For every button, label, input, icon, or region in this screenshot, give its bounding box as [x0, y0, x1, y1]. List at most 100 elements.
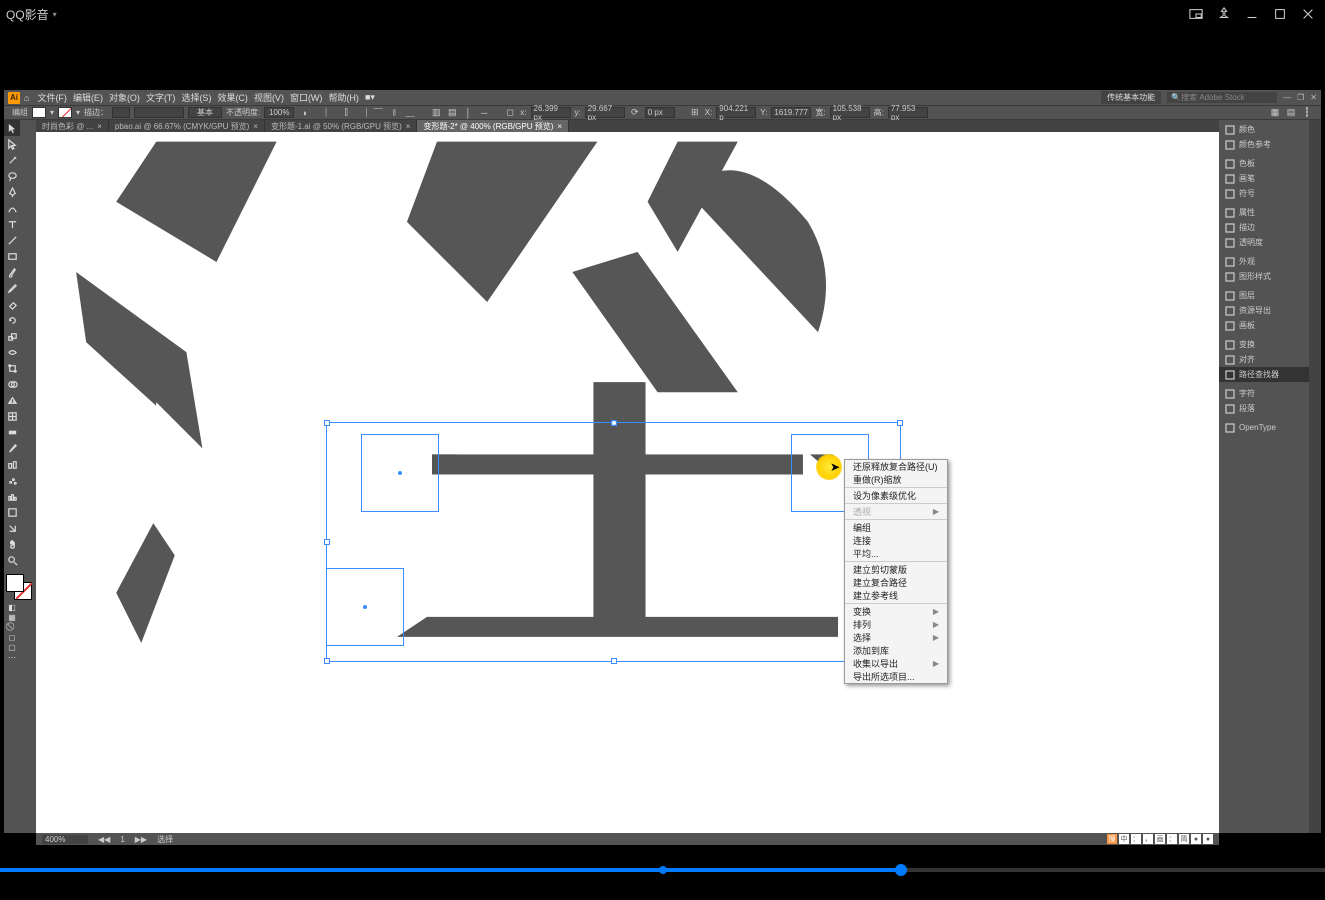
artboard-nav-next-icon[interactable]: ▶▶ [135, 835, 147, 844]
right-panel-collapse-strip[interactable] [1309, 120, 1321, 833]
player-pip-icon[interactable] [1185, 3, 1207, 25]
y-input[interactable]: 29.667 px [585, 107, 625, 118]
gradient-mode-icon[interactable]: ▦ [4, 612, 20, 622]
free-transform-tool[interactable] [4, 360, 20, 376]
panel-row-layers[interactable]: 图层 [1219, 288, 1309, 303]
type-tool[interactable] [4, 216, 20, 232]
doc-tab-2[interactable]: pbao.ai @ 66.67% (CMYK/GPU 预览)× [109, 120, 265, 132]
rectangle-tool[interactable] [4, 248, 20, 264]
shape-union-icon[interactable]: ◻ [504, 107, 516, 118]
close-icon[interactable]: × [97, 122, 102, 131]
blend-tool[interactable] [4, 456, 20, 472]
align-b-icon[interactable]: ⎽ [404, 107, 416, 118]
artboard-nav-number[interactable]: 1 [120, 835, 124, 844]
ime-key[interactable]: 中 [1119, 834, 1129, 844]
handle-tr[interactable] [897, 420, 903, 426]
workspace-switcher[interactable]: 传统基本功能 [1101, 91, 1161, 104]
ime-key[interactable]: ： [1131, 834, 1141, 844]
panel-row-para2[interactable]: 段落 [1219, 401, 1309, 416]
symbol-sprayer-tool[interactable] [4, 472, 20, 488]
progress-track[interactable] [0, 868, 1325, 872]
menu-type[interactable]: 文字(T) [146, 91, 176, 104]
ctx-item[interactable]: 建立参考线 [845, 589, 947, 602]
opacity-input[interactable]: 100% [264, 107, 294, 118]
close-icon[interactable]: × [557, 122, 562, 131]
curvature-tool[interactable] [4, 200, 20, 216]
magic-wand-tool[interactable] [4, 152, 20, 168]
ctx-item[interactable]: 排列▶ [845, 618, 947, 631]
shape-builder-tool[interactable] [4, 376, 20, 392]
canvas-viewport[interactable]: ➤ 还原释放复合路径(U)重做(R)缩放设为像素级优化透视▶编组连接平均...建… [36, 132, 1219, 833]
doc-tab-3[interactable]: 变形题-1.ai @ 50% (RGB/GPU 预览)× [265, 120, 417, 132]
menu-object[interactable]: 对象(O) [109, 91, 140, 104]
stroke-weight-input[interactable] [112, 107, 130, 118]
w2-input[interactable]: 105.538 px [830, 107, 870, 118]
player-close-icon[interactable] [1297, 3, 1319, 25]
panel-row-align[interactable]: 对齐 [1219, 352, 1309, 367]
ai-close-icon[interactable]: ✕ [1310, 93, 1317, 102]
panel-row-guide[interactable]: 颜色参考 [1219, 137, 1309, 152]
panel-row-asset[interactable]: 资源导出 [1219, 303, 1309, 318]
none-mode-icon[interactable]: ⃠ [4, 622, 20, 632]
eraser-tool[interactable] [4, 296, 20, 312]
scale-tool[interactable] [4, 328, 20, 344]
column-graph-tool[interactable] [4, 488, 20, 504]
close-icon[interactable]: × [253, 122, 258, 131]
panel-row-gstyle[interactable]: 图形样式 [1219, 269, 1309, 284]
ai-rest-icon[interactable]: ❐ [1297, 93, 1304, 102]
paintbrush-tool[interactable] [4, 264, 20, 280]
ctx-item[interactable]: 编组 [845, 521, 947, 534]
menu-view[interactable]: 视图(V) [254, 91, 284, 104]
width-tool[interactable] [4, 344, 20, 360]
panel-row-ot[interactable]: OpenType [1219, 420, 1309, 435]
pencil-tool[interactable] [4, 280, 20, 296]
ime-key[interactable]: ， [1143, 834, 1153, 844]
fill-stroke-indicator[interactable] [4, 572, 34, 602]
fill-color-icon[interactable] [6, 574, 24, 592]
stroke-swatch[interactable] [58, 107, 72, 118]
player-pin-icon[interactable] [1213, 3, 1235, 25]
slice-tool[interactable] [4, 520, 20, 536]
ctx-item[interactable]: 重做(R)缩放 [845, 473, 947, 486]
artboard-tool[interactable] [4, 504, 20, 520]
ime-key[interactable]: ● [1203, 834, 1213, 844]
dist-v2-icon[interactable]: ─ [478, 107, 490, 118]
ref-point-icon[interactable]: ⊞ [689, 107, 701, 118]
prefs-icon[interactable]: ▤ [1285, 107, 1297, 118]
screen-mode-icon[interactable]: ▢ [4, 642, 20, 652]
panel-row-pf[interactable]: 路径查找器 [1219, 367, 1309, 382]
doc-setup-icon[interactable]: ▦ [1269, 107, 1281, 118]
handle-ml[interactable] [324, 539, 330, 545]
w-input[interactable]: 904.221 p [716, 107, 756, 118]
menu-help[interactable]: 帮助(H) [328, 91, 359, 104]
ctx-item[interactable]: 还原释放复合路径(U) [845, 460, 947, 473]
gradient-tool[interactable] [4, 424, 20, 440]
ctx-item[interactable]: 设为像素级优化 [845, 489, 947, 502]
ctx-item[interactable]: 平均... [845, 547, 947, 560]
zoom-tool[interactable] [4, 552, 20, 568]
dist-h-icon[interactable]: ▥ [430, 107, 442, 118]
align-r-icon[interactable]: ⎹ [356, 107, 368, 118]
align-l-icon[interactable]: ⎸ [324, 107, 336, 118]
lasso-tool[interactable] [4, 168, 20, 184]
x-input[interactable]: 26.399 px [531, 107, 571, 118]
stock-search-input[interactable]: 🔍 搜索 Adobe Stock [1167, 92, 1277, 103]
panel-menu-icon[interactable]: ┇ [1301, 107, 1313, 118]
draw-mode-icon[interactable]: ◻ [4, 632, 20, 642]
panel-row-swatch[interactable]: 颜色 [1219, 122, 1309, 137]
menu-effect[interactable]: 效果(C) [217, 91, 248, 104]
player-minimize-icon[interactable] [1241, 3, 1263, 25]
menu-window[interactable]: 窗口(W) [290, 91, 323, 104]
edit-toolbar-icon[interactable]: ⋯ [4, 652, 20, 662]
h2-input[interactable]: 77.953 px [888, 107, 928, 118]
panel-row-trans2[interactable]: 变换 [1219, 337, 1309, 352]
ctx-item[interactable]: 建立剪切蒙版 [845, 563, 947, 576]
align-t-icon[interactable]: ⎺ [372, 107, 384, 118]
angle-icon[interactable]: ⟳ [629, 107, 641, 118]
player-title-dropdown[interactable]: ▾ [53, 10, 57, 19]
panel-row-swatches[interactable]: 色板 [1219, 156, 1309, 171]
style-dropdown[interactable]: 基本 [188, 107, 222, 118]
panel-row-symbols[interactable]: 符号 [1219, 186, 1309, 201]
pen-tool[interactable] [4, 184, 20, 200]
ctx-item[interactable]: 连接 [845, 534, 947, 547]
